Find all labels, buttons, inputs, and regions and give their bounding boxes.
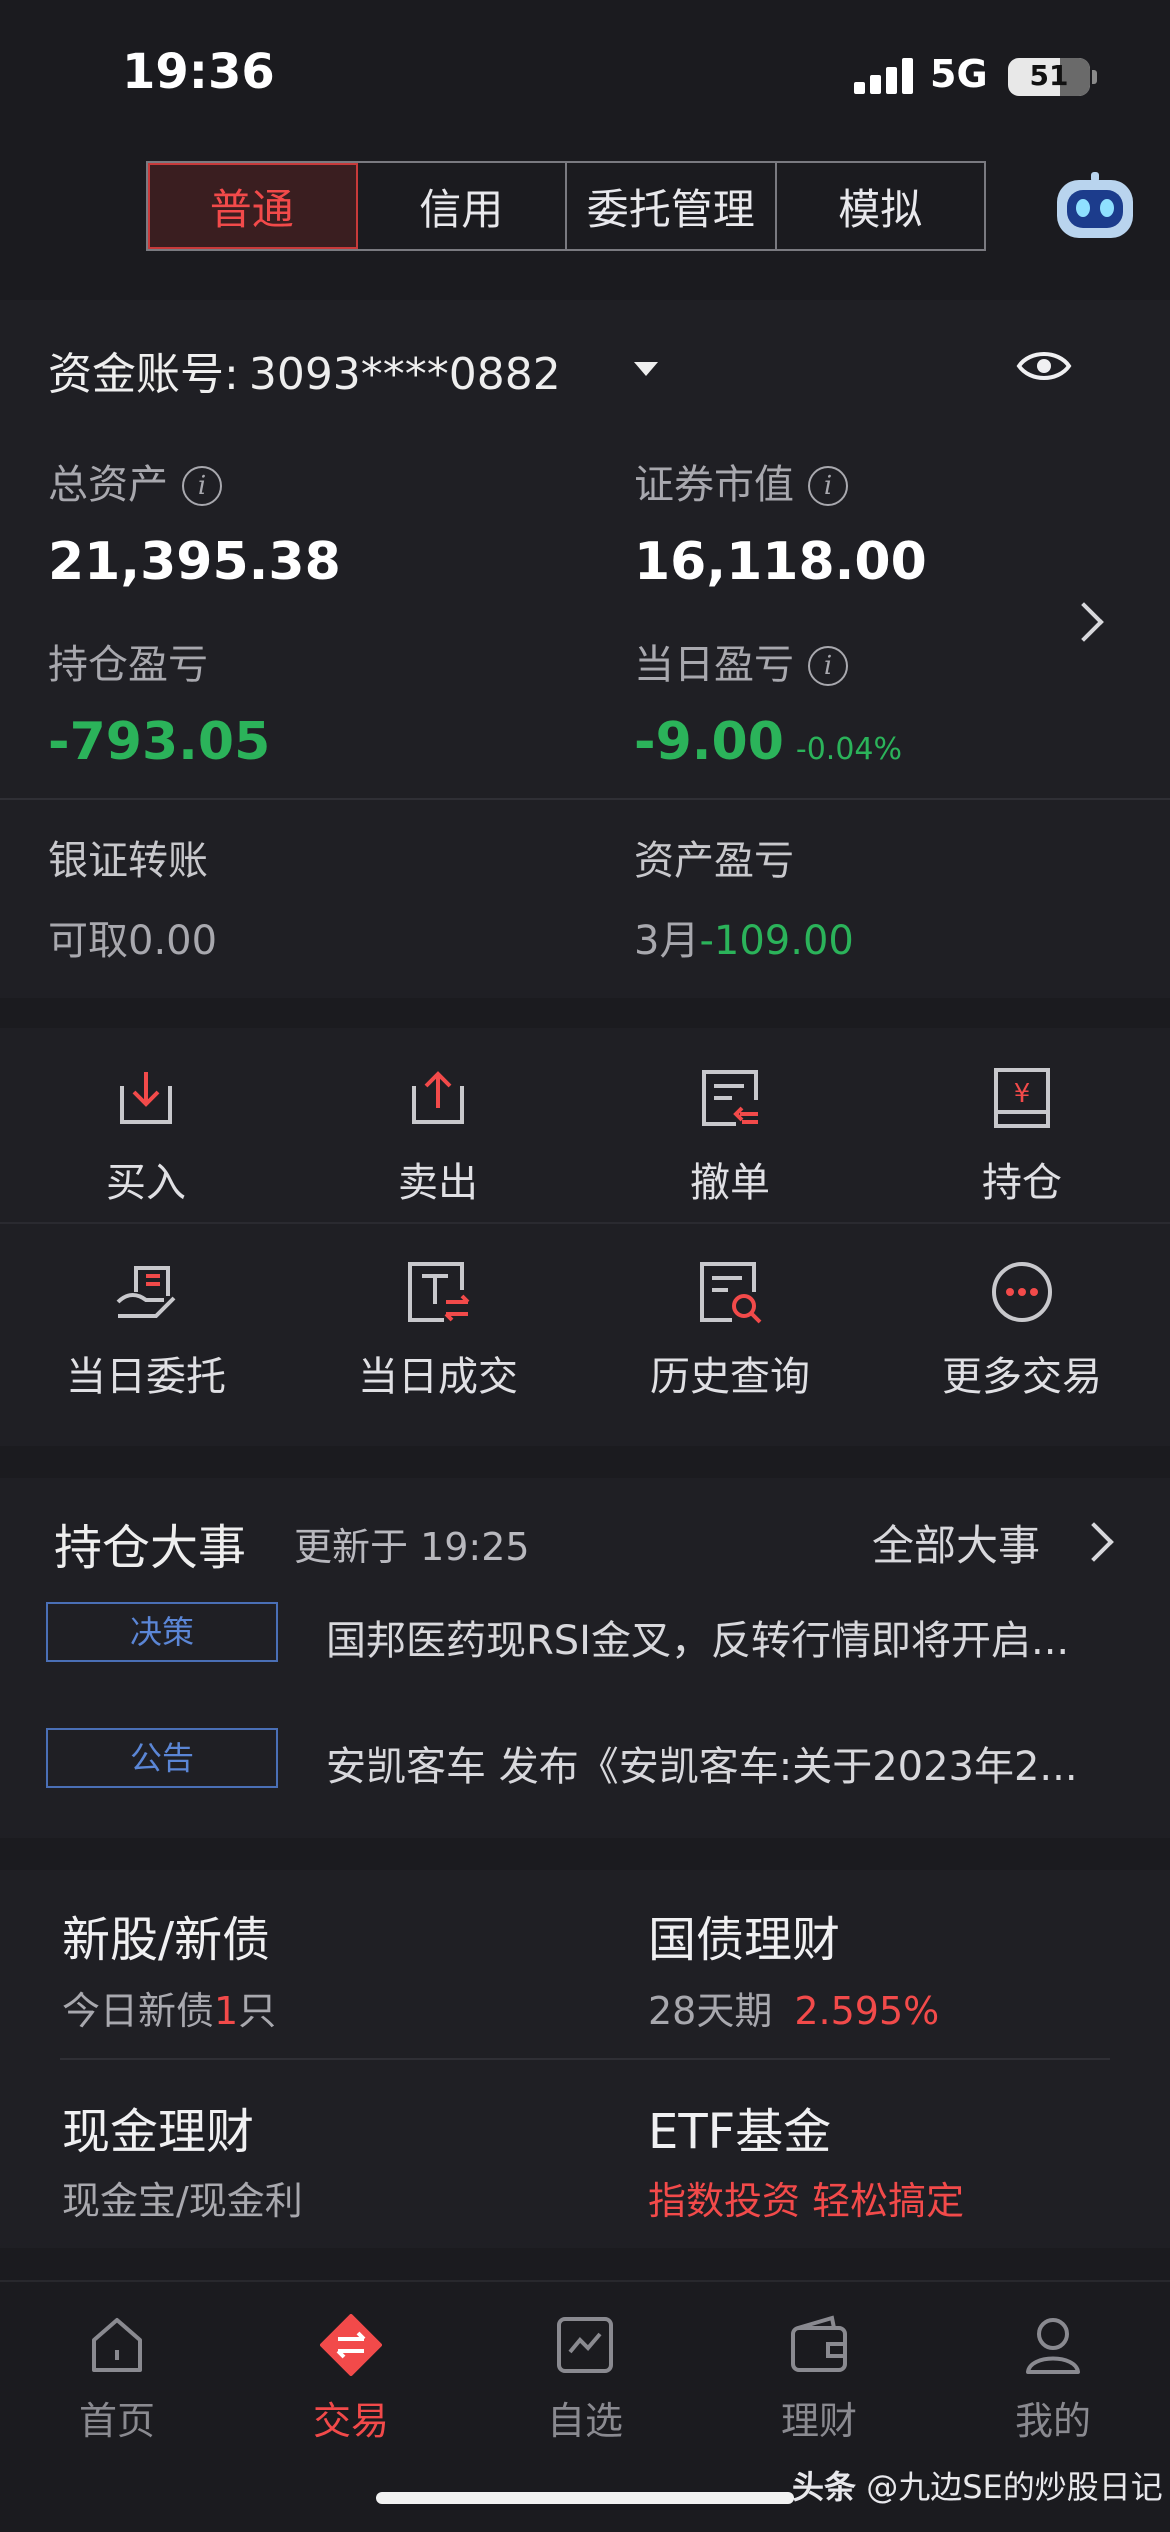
more-trades-label: 更多交易 — [942, 1354, 1102, 1400]
daily-pl-pct: -0.04% — [795, 732, 903, 767]
tab-credit[interactable]: 信用 — [358, 163, 567, 249]
trade-icon — [320, 2314, 382, 2376]
more-trades-button[interactable]: 更多交易 — [876, 1222, 1168, 1412]
cancel-order-button[interactable]: 撤单 — [584, 1028, 876, 1218]
total-assets-value: 21,395.38 — [48, 532, 341, 592]
tag-decision: 决策 — [46, 1602, 278, 1662]
cancel-order-icon — [702, 1070, 758, 1126]
today-trades-button[interactable]: 当日成交 — [292, 1222, 584, 1412]
chart-icon — [557, 2317, 613, 2373]
tab-normal[interactable]: 普通 — [148, 163, 358, 249]
nav-wealth[interactable]: 理财 — [702, 2300, 936, 2460]
tab-order-management[interactable]: 委托管理 — [567, 163, 777, 249]
history-query-label: 历史查询 — [650, 1354, 810, 1400]
chevron-right-icon[interactable] — [1064, 602, 1104, 642]
watermark: 头条 @九边SE的炒股日记 — [792, 2468, 1163, 2506]
battery-level: 51 — [1029, 59, 1069, 92]
today-trades-label: 当日成交 — [358, 1354, 518, 1400]
positions-icon: ¥ — [994, 1068, 1050, 1128]
ipo-subtitle: 今日新债1只 — [62, 1989, 277, 2033]
home-indicator[interactable] — [376, 2492, 794, 2504]
ipo-title: 新股/新债 — [62, 1912, 271, 1968]
home-icon — [92, 2318, 142, 2372]
battery-icon: 51 — [1008, 58, 1090, 96]
etf-subtitle: 指数投资 轻松搞定 — [648, 2179, 965, 2223]
info-icon[interactable]: i — [808, 466, 848, 506]
battery-tip — [1092, 70, 1097, 84]
daily-pl-value: -9.00 -0.04% — [634, 712, 903, 772]
status-time: 19:36 — [122, 44, 275, 100]
positions-label: 持仓 — [982, 1160, 1062, 1206]
info-icon[interactable]: i — [808, 646, 848, 686]
all-events-link[interactable]: 全部大事 — [872, 1512, 1040, 1573]
network-type: 5G — [930, 52, 988, 96]
divider — [0, 798, 1170, 800]
etf-title: ETF基金 — [648, 2104, 832, 2160]
account-label: 资金账号: — [48, 349, 239, 400]
market-value-label: 证券市值 i — [634, 452, 848, 510]
trade-actions-grid: 买入 卖出 撤单 ¥ 持仓 当日委托 当日成交 历史查询 更多交易 — [0, 1028, 1170, 1446]
account-number-row[interactable]: 资金账号: 3093****0882 — [48, 338, 561, 402]
buy-icon — [120, 1072, 172, 1124]
trades-icon — [408, 1262, 470, 1322]
nav-wealth-label: 理财 — [780, 2399, 857, 2443]
history-query-button[interactable]: 历史查询 — [584, 1222, 876, 1412]
signal-icon — [854, 58, 914, 94]
status-bar: 19:36 5G 51 — [0, 0, 1170, 140]
nav-home[interactable]: 首页 — [0, 2300, 234, 2460]
cash-title: 现金理财 — [62, 2104, 255, 2160]
sell-label: 卖出 — [398, 1160, 478, 1206]
daily-pl-label: 当日盈亏 i — [634, 632, 848, 690]
nav-trade[interactable]: 交易 — [234, 2300, 468, 2460]
buy-button[interactable]: 买入 — [0, 1028, 292, 1218]
withdrawable-value: 可取0.00 — [48, 918, 218, 964]
cash-subtitle: 现金宝/现金利 — [62, 2179, 303, 2223]
svg-text:¥: ¥ — [1014, 1079, 1031, 1109]
events-updated-time: 更新于 19:25 — [294, 1525, 530, 1569]
position-pl-value: -793.05 — [48, 712, 271, 772]
products-panel: 新股/新债 今日新债1只 国债理财 28天期 2.595% 现金理财 现金宝/现金… — [0, 1870, 1170, 2248]
position-pl-label: 持仓盈亏 — [48, 642, 208, 688]
account-number: 3093****0882 — [248, 349, 561, 400]
hand-document-icon — [116, 1266, 176, 1318]
eye-icon[interactable] — [1016, 346, 1072, 386]
account-mode-tabs: 普通 信用 委托管理 模拟 — [146, 161, 986, 251]
cancel-order-label: 撤单 — [690, 1160, 770, 1206]
treasury-subtitle: 28天期 2.595% — [648, 1989, 940, 2033]
asset-pl-label[interactable]: 资产盈亏 — [634, 828, 794, 886]
account-summary: 资金账号: 3093****0882 总资产 i 21,395.38 证券市值 i 1… — [0, 300, 1170, 998]
event-item[interactable]: 安凯客车 发布《安凯客车:关于2023年2... — [326, 1734, 1106, 1792]
nav-profile[interactable]: 我的 — [936, 2300, 1170, 2460]
today-orders-label: 当日委托 — [66, 1354, 226, 1400]
nav-trade-label: 交易 — [312, 2399, 389, 2443]
robot-assistant-icon[interactable] — [1053, 172, 1137, 242]
treasury-title: 国债理财 — [648, 1912, 841, 1968]
buy-label: 买入 — [106, 1160, 186, 1206]
sell-button[interactable]: 卖出 — [292, 1028, 584, 1218]
chevron-right-icon[interactable] — [1074, 1522, 1114, 1562]
asset-pl-value: 3月-109.00 — [634, 918, 854, 964]
market-value-value: 16,118.00 — [634, 532, 927, 592]
today-orders-button[interactable]: 当日委托 — [0, 1222, 292, 1412]
sell-icon — [412, 1071, 464, 1124]
user-icon — [1026, 2318, 1080, 2374]
positions-button[interactable]: ¥ 持仓 — [876, 1028, 1168, 1218]
info-icon[interactable]: i — [182, 466, 222, 506]
nav-watchlist[interactable]: 自选 — [468, 2300, 702, 2460]
holdings-events: 持仓大事 更新于 19:25 全部大事 决策 国邦医药现RSI金叉，反转行情即将… — [0, 1478, 1170, 1838]
nav-home-label: 首页 — [78, 2399, 155, 2443]
history-search-icon — [700, 1262, 762, 1324]
events-title: 持仓大事 — [54, 1520, 247, 1576]
caret-down-icon[interactable] — [634, 362, 658, 376]
bank-transfer-label[interactable]: 银证转账 — [48, 828, 208, 886]
wallet-icon — [791, 2315, 847, 2372]
divider — [60, 2058, 1110, 2060]
nav-watchlist-label: 自选 — [546, 2399, 623, 2443]
more-icon — [992, 1262, 1052, 1322]
nav-profile-label: 我的 — [1014, 2399, 1091, 2443]
event-item[interactable]: 国邦医药现RSI金叉，反转行情即将开启... — [326, 1608, 1106, 1666]
tab-simulation[interactable]: 模拟 — [777, 163, 985, 249]
total-assets-label: 总资产 i — [48, 452, 222, 510]
tag-announcement: 公告 — [46, 1728, 278, 1788]
